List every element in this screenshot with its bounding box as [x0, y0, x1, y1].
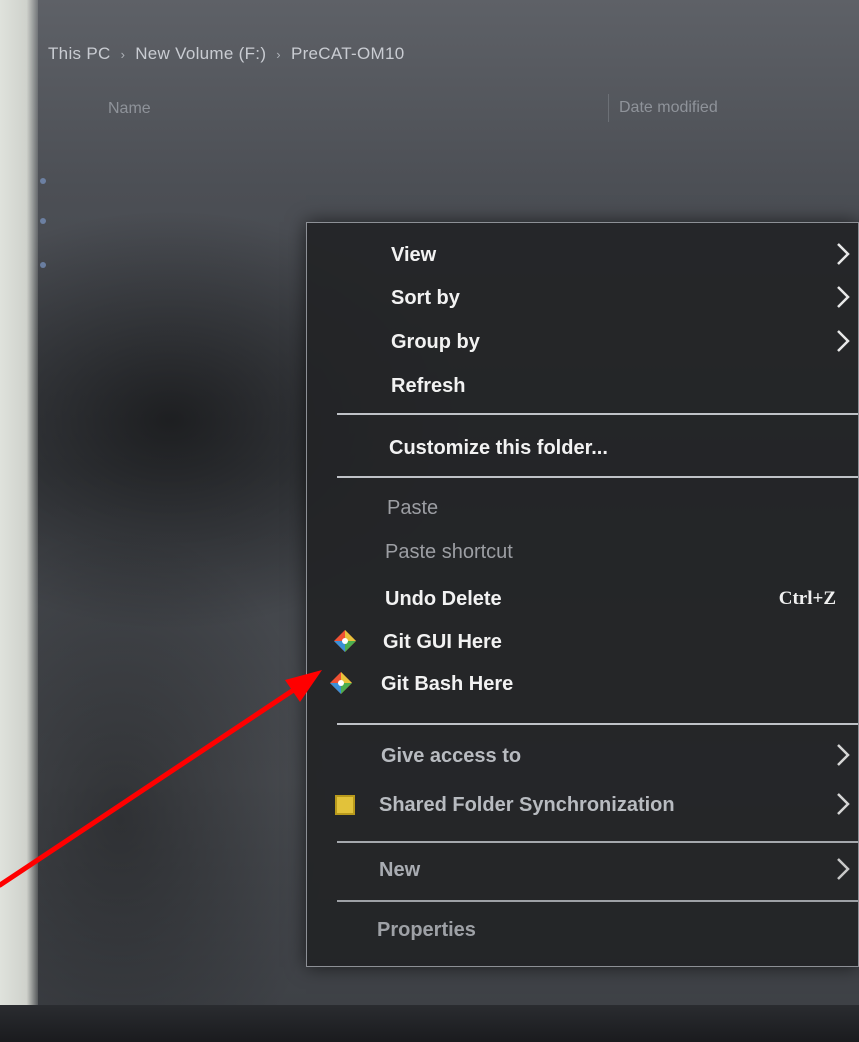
menu-item-view[interactable]: View [307, 235, 858, 275]
chevron-right-icon [837, 858, 850, 880]
photo-bottom-edge [0, 1005, 859, 1042]
breadcrumb-this-pc[interactable]: This PC [48, 44, 111, 64]
chevron-right-icon [837, 330, 850, 352]
chevron-right-icon [837, 793, 850, 815]
menu-separator [337, 723, 858, 725]
menu-separator [337, 413, 858, 415]
menu-item-undo-delete[interactable]: Undo Delete Ctrl+Z [307, 579, 858, 619]
menu-separator [337, 476, 858, 478]
menu-item-properties[interactable]: Properties [307, 910, 858, 950]
nav-pane-icon [40, 218, 46, 224]
chevron-right-icon [837, 286, 850, 308]
menu-item-group-by[interactable]: Group by [307, 322, 858, 362]
breadcrumb-precat-om10[interactable]: PreCAT-OM10 [291, 44, 405, 64]
menu-item-label: Customize this folder... [389, 436, 608, 459]
breadcrumb-separator-icon: › [120, 46, 126, 62]
menu-item-paste[interactable]: Paste [307, 488, 858, 528]
shared-folder-sync-icon [335, 795, 355, 815]
git-icon [330, 672, 352, 694]
menu-item-label: Give access to [381, 744, 522, 767]
menu-item-refresh[interactable]: Refresh [307, 366, 858, 406]
menu-item-sort-by[interactable]: Sort by [307, 278, 858, 318]
menu-item-customize-folder[interactable]: Customize this folder... [307, 428, 858, 468]
column-header-name[interactable]: Name [108, 100, 151, 140]
menu-item-label: New [379, 858, 421, 881]
menu-item-label: Properties [377, 918, 476, 941]
menu-item-shared-folder-sync[interactable]: Shared Folder Synchronization [307, 785, 858, 825]
menu-item-label: Refresh [391, 374, 466, 397]
chevron-right-icon [837, 243, 850, 265]
menu-item-shortcut: Ctrl+Z [778, 588, 836, 609]
menu-item-label: Git Bash Here [381, 672, 514, 695]
menu-item-label: Git GUI Here [383, 630, 502, 653]
menu-item-git-bash-here[interactable]: Git Bash Here [307, 664, 858, 704]
context-menu: View Sort by Group by Refresh Customize … [306, 222, 859, 967]
breadcrumb-new-volume[interactable]: New Volume (F:) [135, 44, 266, 64]
menu-item-label: Paste shortcut [385, 540, 513, 563]
menu-item-label: Sort by [391, 286, 460, 309]
chevron-right-icon [837, 744, 850, 766]
menu-item-git-gui-here[interactable]: Git GUI Here [307, 622, 858, 662]
menu-item-label: Undo Delete [385, 587, 502, 610]
menu-item-label: Paste [387, 496, 439, 519]
menu-item-give-access-to[interactable]: Give access to [307, 736, 858, 776]
menu-item-label: Shared Folder Synchronization [379, 793, 675, 816]
menu-item-label: View [391, 243, 437, 266]
menu-item-new[interactable]: New [307, 850, 858, 890]
menu-item-paste-shortcut[interactable]: Paste shortcut [307, 532, 858, 572]
breadcrumb-separator-icon: › [276, 46, 281, 62]
photo-margin [0, 0, 38, 1042]
breadcrumb: This PC › New Volume (F:) › PreCAT-OM10 [48, 44, 404, 64]
nav-pane-icon [40, 262, 46, 268]
column-header-date-modified[interactable]: Date modified [608, 94, 718, 122]
nav-pane-icon [40, 178, 46, 184]
menu-separator [337, 841, 858, 843]
git-icon [334, 630, 356, 652]
menu-item-label: Group by [391, 330, 480, 353]
menu-separator [337, 900, 858, 902]
